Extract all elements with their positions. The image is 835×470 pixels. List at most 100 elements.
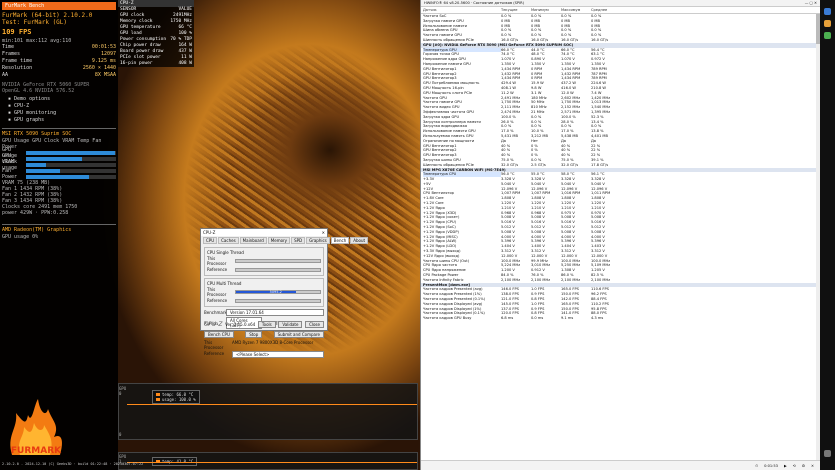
cpuz-this-proc-label: This Processor bbox=[204, 340, 224, 350]
hud-stat-label: Time bbox=[2, 44, 15, 50]
hud-menu-item[interactable]: ▪ CPU-Z bbox=[2, 103, 116, 110]
reset-icon[interactable]: ⟲ bbox=[793, 464, 796, 468]
hwinfo-sensor-value: 0.0 ms bbox=[531, 316, 544, 321]
clock-icon: ⏱ bbox=[755, 463, 759, 468]
hud-menu-item[interactable]: ▪ GPU graphs bbox=[2, 117, 116, 124]
cpuz-window[interactable]: CPU-Z ✕ CPU Caches Mainboard Memory SPD Graph… bbox=[200, 228, 369, 358]
hud-stat-label: AA bbox=[2, 72, 9, 78]
hud-menu-label: CPU-Z bbox=[14, 103, 30, 109]
sensor-value: 408 W bbox=[178, 61, 192, 66]
cpuz-submit-button[interactable]: Submit and Compare bbox=[273, 331, 324, 338]
hud-menu: ▪ Demo options ▪ CPU-Z ▪ GPU monitoring ▪ G… bbox=[2, 96, 116, 124]
cpuz-close-icon[interactable]: ✕ bbox=[322, 230, 325, 235]
gpu-bar-track bbox=[26, 157, 116, 161]
taskbar-icon[interactable] bbox=[824, 8, 831, 15]
cpuz-single-bar bbox=[235, 259, 321, 263]
cpuz-tab-bench[interactable]: Bench bbox=[330, 237, 350, 244]
graph-series-line bbox=[127, 462, 417, 463]
cpuz-tools-button[interactable]: Tools bbox=[257, 321, 276, 328]
cpuz-close-button[interactable]: Close bbox=[305, 321, 324, 328]
gpu1-title: MSI RTX 5090 Suprim SOC bbox=[2, 131, 72, 137]
hwinfo-sensor-value: 9.1 ms bbox=[561, 316, 574, 321]
cpuz-multi-this: This Processor bbox=[207, 287, 227, 297]
hud-stat-row: Time 00:01:53 bbox=[2, 44, 116, 51]
cpuz-bench-label: Benchmark bbox=[204, 310, 227, 315]
hwinfo-column[interactable]: Датчик bbox=[423, 8, 501, 12]
hwinfo-column-header: Датчик Текущее Минимум Максимум Среднее bbox=[421, 7, 820, 14]
hwinfo-sensor-value: 4.3 ms bbox=[591, 316, 604, 321]
cpuz-tab-graphics[interactable]: Graphics bbox=[306, 237, 330, 244]
cpuz-bench-version-select[interactable]: Version 17.01.64 bbox=[226, 309, 324, 316]
cpuz-titlebar[interactable]: CPU-Z ✕ bbox=[201, 229, 327, 236]
hud-stat-row: AA 8X MSAA bbox=[2, 72, 116, 79]
hwinfo-window[interactable]: HWiNFO® 64 v8.20-5600 · Состояние датчик… bbox=[420, 0, 820, 470]
cpuz-single-label: CPU Single Thread bbox=[207, 250, 244, 255]
furmark-version: 2.10.2.0 - 2024-12-10 (C) Geeks3D · buil… bbox=[2, 462, 144, 466]
hwinfo-sensor-name: Частота кадров GPU Busy bbox=[423, 316, 472, 321]
cpuz-multi-label: CPU Multi Thread bbox=[207, 281, 242, 286]
cpuz-this-proc-value: AMD Ryzen 7 9800X3D 8-Core Processor bbox=[232, 340, 314, 345]
hwinfo-window-controls[interactable]: — ▢ ✕ bbox=[805, 1, 817, 5]
cpuz-ref-select[interactable]: <Please Select> bbox=[232, 351, 324, 358]
cpuz-multi-fill bbox=[236, 291, 297, 293]
cpuz-tab-spd[interactable]: SPD bbox=[291, 237, 306, 244]
play-icon[interactable]: ▶ bbox=[784, 464, 787, 468]
cpuz-stop-button[interactable]: Stop bbox=[245, 331, 263, 338]
taskbar-icon[interactable] bbox=[824, 450, 831, 457]
cpuz-multi-group: CPU Multi Thread This Processor 5095.2 Re… bbox=[204, 278, 324, 307]
hud-stat-row: Resolution 2560 × 1440 bbox=[2, 65, 116, 72]
cpuz-title: CPU-Z bbox=[203, 230, 216, 235]
close-icon[interactable]: ✕ bbox=[811, 464, 814, 468]
hwinfo-column[interactable]: Максимум bbox=[561, 8, 591, 12]
taskbar-icon[interactable] bbox=[824, 32, 831, 39]
hwinfo-column[interactable]: Текущее bbox=[501, 8, 531, 12]
taskbar-icon[interactable] bbox=[824, 20, 831, 27]
hwinfo-sensor-value: 6.8 ms bbox=[501, 316, 514, 321]
cpuz-multi-ref-bar bbox=[235, 298, 321, 303]
hwinfo-column[interactable]: Среднее bbox=[591, 8, 621, 12]
hud-stat-value: 00:01:53 bbox=[91, 44, 116, 50]
cpuz-tabs: CPU Caches Mainboard Memory SPD Graphics Bench… bbox=[201, 236, 369, 245]
cpuz-tab-cpu[interactable]: CPU bbox=[203, 237, 218, 244]
hud-menu-label: GPU graphs bbox=[14, 117, 45, 123]
hwinfo-sensor-row[interactable]: Частота кадров GPU Busy 6.8 ms 0.0 ms 9.1 m… bbox=[421, 316, 820, 321]
hud-stat-row: Frame time 9.125 ms bbox=[2, 58, 116, 65]
cpuz-tab-caches[interactable]: Caches bbox=[218, 237, 239, 244]
cpuz-footer-version: Ver. 2.15.0.x64 bbox=[225, 322, 256, 327]
hud-notes: NVIDIA GeForce RTX 5060 SUPER OpenGL 4.6 … bbox=[2, 82, 116, 94]
graph-legend: temp: 66.0 °C usage: 100.0 % bbox=[152, 390, 200, 404]
settings-icon[interactable]: ⚙ bbox=[802, 464, 805, 468]
hud-menu-item[interactable]: ▪ Demo options bbox=[2, 96, 116, 103]
gpu-bar-fill bbox=[26, 157, 82, 161]
hud-stat-value: 8X MSAA bbox=[94, 72, 116, 78]
gpu1-misc-line: power 429W · PPW:0.258 bbox=[2, 210, 69, 216]
furmark-hud: FurMark Bench FurMark (64-bit) 2.10.2.0 … bbox=[2, 2, 116, 240]
furmark-logo-text: FURMARK bbox=[11, 446, 62, 456]
hwinfo-sensor-list[interactable]: Частота SoC 0.0 % 0.0 % 0.0 % 0.0 % Загрузка … bbox=[421, 14, 820, 321]
hud-stat-label: Frames bbox=[2, 51, 21, 57]
hud-rows: Time 00:01:53 Frames 12097 Frame time 9.125 m… bbox=[2, 44, 116, 79]
hwinfo-titlebar[interactable]: HWiNFO® 64 v8.20-5600 · Состояние датчик… bbox=[421, 0, 820, 7]
hud-menu-item[interactable]: ▪ GPU monitoring bbox=[2, 110, 116, 117]
legend-usage: usage: 100.0 % bbox=[162, 397, 196, 402]
cpuz-validate-button[interactable]: Validate bbox=[278, 321, 303, 328]
cpuz-single-ref-bar bbox=[235, 267, 321, 272]
cpuz-multi-value: 5095.2 bbox=[269, 290, 282, 294]
cpuz-tab-mainboard[interactable]: Mainboard bbox=[239, 237, 267, 244]
cpuz-tab-about[interactable]: About bbox=[350, 237, 369, 244]
legend-swatch bbox=[156, 393, 160, 396]
hud-stat-label: Frame time bbox=[2, 58, 33, 64]
hwinfo-column[interactable]: Минимум bbox=[531, 8, 561, 12]
gpu2-line: GPU usage 0% bbox=[2, 234, 39, 240]
sensor-label: 16-pin power bbox=[120, 61, 153, 66]
gpu-graph-1: GPU 1 temp: 41.0 °C bbox=[118, 452, 418, 470]
hud-header: FurMark Bench bbox=[2, 2, 116, 10]
cpuz-tab-memory[interactable]: Memory bbox=[267, 237, 291, 244]
cpuz-single-this: This Processor bbox=[207, 256, 227, 266]
cpuz-bench-cpu-button[interactable]: Bench CPU bbox=[204, 331, 234, 338]
gpu2-title: AMD Radeon(TM) Graphics bbox=[2, 227, 72, 233]
hud-stat-value: 12097 bbox=[100, 51, 116, 57]
sensor-row: 16-pin power 408 W bbox=[118, 61, 194, 67]
cpuz-multi-ref: Reference bbox=[207, 298, 228, 303]
hwinfo-statusbar: ⏱ 0:01:53 ▶ ⟲ ⚙ ✕ bbox=[421, 460, 820, 470]
